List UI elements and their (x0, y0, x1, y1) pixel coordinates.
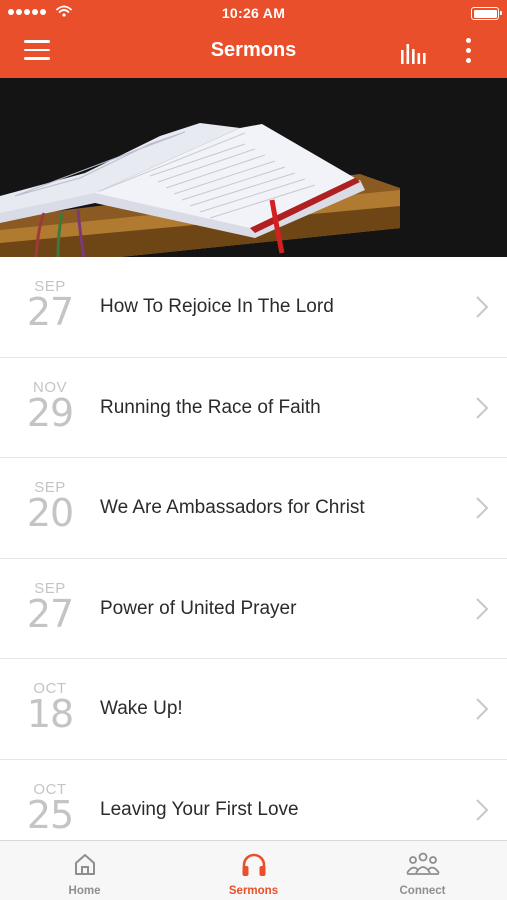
sermon-date: SEP 20 (22, 480, 78, 535)
chevron-right-icon (476, 497, 489, 519)
status-bar: 10:26 AM (0, 0, 507, 26)
sermon-title: Power of United Prayer (100, 597, 297, 619)
sermon-list: SEP 27 How To Rejoice In The Lord NOV 29… (0, 257, 507, 860)
people-group-icon (405, 852, 440, 875)
sermon-date: NOV 29 (22, 379, 78, 435)
chevron-right-icon (476, 798, 489, 821)
sermon-day: 27 (26, 591, 74, 636)
sermon-title: Running the Race of Faith (100, 396, 321, 418)
chevron-right-icon (476, 296, 489, 318)
tab-home[interactable]: Home (0, 841, 169, 900)
tab-sermons[interactable]: Sermons (169, 841, 338, 900)
tab-connect[interactable]: Connect (338, 841, 507, 900)
tab-bar: Home Sermons Connect (0, 840, 507, 900)
sermon-title: Wake Up! (100, 698, 183, 719)
sermon-row[interactable]: SEP 27 How To Rejoice In The Lord (0, 257, 507, 358)
sermon-day: 20 (26, 491, 74, 535)
tab-sermons-label: Sermons (228, 885, 279, 897)
tab-connect-label: Connect (399, 885, 446, 897)
sermon-title: We Are Ambassadors for Christ (100, 497, 365, 518)
status-time: 10:26 AM (221, 5, 286, 21)
sermon-day: 25 (26, 792, 74, 837)
chevron-right-icon (476, 698, 489, 720)
tab-home-label: Home (68, 885, 101, 897)
chevron-right-icon (476, 597, 489, 620)
sermon-row[interactable]: OCT 18 Wake Up! (0, 659, 507, 760)
chevron-right-icon (476, 396, 489, 419)
hero-bible-image (0, 78, 507, 257)
more-vertical-icon[interactable] (458, 38, 478, 66)
sermon-title: Leaving Your First Love (100, 798, 299, 820)
sermon-date: OCT 18 (22, 681, 78, 736)
nav-bar: Sermons (0, 26, 507, 78)
sermon-row[interactable]: SEP 20 We Are Ambassadors for Christ (0, 458, 507, 559)
sermon-date: SEP 27 (22, 279, 78, 334)
battery-icon (471, 7, 502, 20)
sermon-row[interactable]: NOV 29 Running the Race of Faith (0, 357, 507, 458)
sermon-row[interactable]: SEP 27 Power of United Prayer (0, 558, 507, 659)
sermon-date: SEP 27 (22, 580, 78, 636)
audio-levels-icon[interactable] (398, 40, 432, 66)
headphones-icon (242, 853, 265, 876)
home-icon (74, 854, 95, 875)
sermon-day: 27 (26, 290, 74, 334)
sermon-date: OCT 25 (22, 781, 78, 837)
sermon-day: 18 (26, 692, 74, 736)
sermon-title: How To Rejoice In The Lord (100, 296, 334, 317)
sermon-day: 29 (26, 390, 74, 435)
